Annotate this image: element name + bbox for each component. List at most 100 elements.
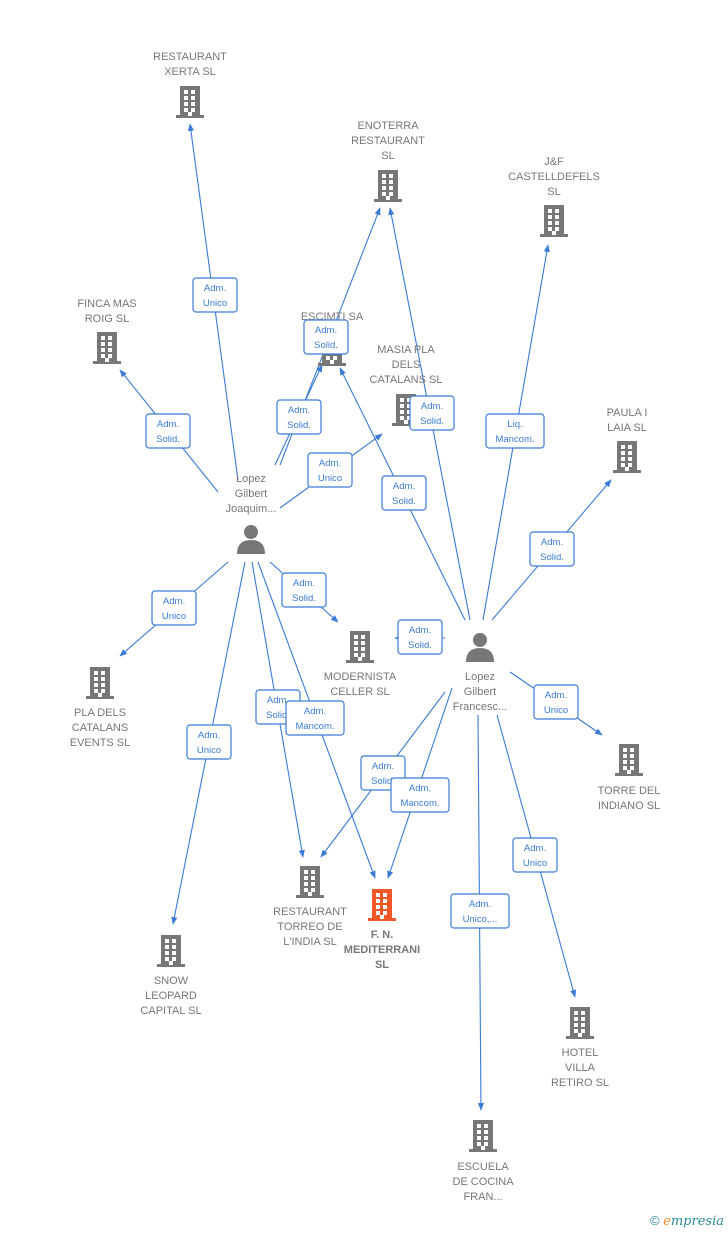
- node-label: ENOTERRA: [357, 120, 419, 132]
- edge-label-p1-finca[interactable]: Adm. Solid.: [145, 413, 191, 449]
- edge-label-text: Adm.: [524, 843, 546, 854]
- node-label: SL: [375, 959, 389, 971]
- node-label: SL: [381, 150, 394, 162]
- building-icon: [86, 667, 114, 699]
- edge-label-text: Unico,...: [463, 914, 498, 925]
- building-icon: [93, 332, 121, 364]
- edge-label-text: Adm.: [409, 625, 431, 636]
- edge-label-text: Mancom.: [400, 798, 439, 809]
- edge-label-p2-fn[interactable]: Adm. Mancom.: [390, 777, 450, 813]
- node-label: Lopez: [465, 671, 495, 683]
- edge-label-text: Adm.: [204, 283, 226, 294]
- edge-label-p2-paula[interactable]: Adm. Solid.: [529, 531, 575, 567]
- node-modernista[interactable]: MODERNISTA CELLER SL: [324, 631, 397, 698]
- node-label: Gilbert: [464, 686, 496, 698]
- node-fn[interactable]: F. N. MEDITERRANI SL: [344, 889, 420, 971]
- edge-label-text: Unico: [544, 705, 568, 716]
- node-p1[interactable]: Lopez Gilbert Joaquim...: [226, 473, 277, 554]
- edge-label-p2-escuela[interactable]: Adm. Unico,...: [450, 893, 510, 929]
- node-label: ROIG SL: [85, 313, 130, 325]
- node-torreo[interactable]: RESTAURANT TORREO DE L'INDIA SL: [273, 866, 347, 948]
- node-label: ESCUELA: [457, 1161, 509, 1173]
- network-diagram: RESTAURANTXERTA SLENOTERRARESTAURANTSL J&…: [70, 51, 661, 1203]
- copyright-icon: ©: [649, 1213, 660, 1228]
- node-torre[interactable]: TORRE DEL INDIANO SL: [598, 744, 661, 812]
- edge-label-p1-escimti[interactable]: Adm. Solid.: [276, 399, 322, 435]
- node-label: RESTAURANT: [273, 906, 347, 918]
- edge-label-text: Unico: [203, 298, 227, 309]
- edge-label-text: Adm.: [393, 481, 415, 492]
- node-label: CAPITAL SL: [140, 1005, 201, 1017]
- edge-label-text: Solid.: [420, 416, 444, 427]
- edge-label-p1-plaevents[interactable]: Adm. Unico: [151, 590, 197, 626]
- edge-label-p1-enoterra[interactable]: Adm. Solid.: [303, 319, 349, 355]
- brand-logo[interactable]: empresia: [663, 1214, 724, 1229]
- node-label: CATALANS SL: [370, 374, 443, 386]
- edge-label-text: Adm.: [157, 419, 179, 430]
- node-label: Lopez: [236, 473, 266, 485]
- node-label: LEOPARD: [145, 990, 197, 1002]
- edge-label-text: Solid.: [408, 640, 432, 651]
- node-hotel[interactable]: HOTEL VILLA RETIRO SL: [551, 1007, 609, 1089]
- edge-label-text: Adm.: [421, 401, 443, 412]
- node-label: Gilbert: [235, 488, 267, 500]
- node-label: PAULA I: [607, 407, 648, 419]
- edge-label-p1-snow[interactable]: Adm. Unico: [186, 724, 232, 760]
- node-enoterra[interactable]: ENOTERRA RESTAURANT SL: [351, 120, 425, 202]
- building-icon: [613, 441, 641, 473]
- edge-label-text: Adm.: [372, 761, 394, 772]
- edge-label-text: Unico: [197, 745, 221, 756]
- edge-label-text: Adm.: [541, 537, 563, 548]
- node-label: CELLER SL: [330, 686, 389, 698]
- edge-label-p1-masia[interactable]: Adm. Unico: [307, 452, 353, 488]
- node-label: MODERNISTA: [324, 671, 397, 683]
- building-icon: [346, 631, 374, 663]
- building-icon: [374, 170, 402, 202]
- node-escuela[interactable]: ESCUELA DE COCINA FRAN...: [452, 1120, 514, 1203]
- node-label: Francesc...: [453, 701, 507, 713]
- edge-label-text: Mancom.: [295, 721, 334, 732]
- node-label: SL: [547, 186, 560, 198]
- edge-label-p2-modernista[interactable]: Adm. Solid.: [397, 619, 443, 655]
- edge-label-text: Adm.: [315, 325, 337, 336]
- edge-label-p2-jf[interactable]: Liq. Mancom.: [485, 413, 545, 449]
- building-icon: [540, 205, 568, 237]
- edge-label-text: Adm.: [293, 578, 315, 589]
- node-xerta[interactable]: RESTAURANT XERTA SL: [153, 51, 227, 118]
- node-paula[interactable]: PAULA I LAIA SL: [607, 407, 648, 473]
- edge-label-p2-escimti[interactable]: Adm. Solid.: [381, 475, 427, 511]
- edge-label-p2-hotel[interactable]: Adm. Unico: [512, 837, 558, 873]
- edge-label-text: Solid.: [540, 552, 564, 563]
- node-label: RESTAURANT: [351, 135, 425, 147]
- copyright-footer: © empresia: [650, 1213, 724, 1229]
- node-p2[interactable]: Lopez Gilbert Francesc...: [453, 633, 507, 713]
- node-label: L'INDIA SL: [283, 936, 336, 948]
- edge-label-text: Liq.: [507, 419, 522, 430]
- node-label: MEDITERRANI: [344, 944, 420, 956]
- node-label: DELS: [392, 359, 421, 371]
- node-jf[interactable]: J&F CASTELLDEFELS SL: [508, 156, 600, 237]
- edge-label-text: Unico: [318, 473, 342, 484]
- node-label: MASIA PLA: [377, 344, 435, 356]
- edge-label-p1-modernista[interactable]: Adm. Solid.: [281, 572, 327, 608]
- node-label: LAIA SL: [607, 422, 647, 434]
- node-label: TORREO DE: [277, 921, 342, 933]
- edge-label-p2-torre[interactable]: Adm. Unico: [533, 684, 579, 720]
- node-plaevents[interactable]: PLA DELS CATALANS EVENTS SL: [70, 667, 131, 749]
- person-icon: [237, 525, 265, 554]
- node-snow[interactable]: SNOW LEOPARD CAPITAL SL: [140, 935, 202, 1017]
- node-label: DE COCINA: [452, 1176, 514, 1188]
- edge-label-p1-fn[interactable]: Adm. Mancom.: [285, 700, 345, 736]
- edge-label-p1-xerta[interactable]: Adm. Unico: [192, 277, 238, 313]
- edge-label-p2-enoterra[interactable]: Adm. Solid.: [409, 395, 455, 431]
- node-finca[interactable]: FINCA MAS ROIG SL: [77, 298, 137, 364]
- building-icon: [615, 744, 643, 776]
- node-label: PLA DELS: [74, 707, 126, 719]
- edge-label-text: Adm.: [163, 596, 185, 607]
- node-label: F. N.: [371, 929, 394, 941]
- edge-label-text: Unico: [162, 611, 186, 622]
- edge-label-text: Adm.: [288, 405, 310, 416]
- building-icon: [469, 1120, 497, 1152]
- edge-label-text: Adm.: [319, 458, 341, 469]
- building-icon: [566, 1007, 594, 1039]
